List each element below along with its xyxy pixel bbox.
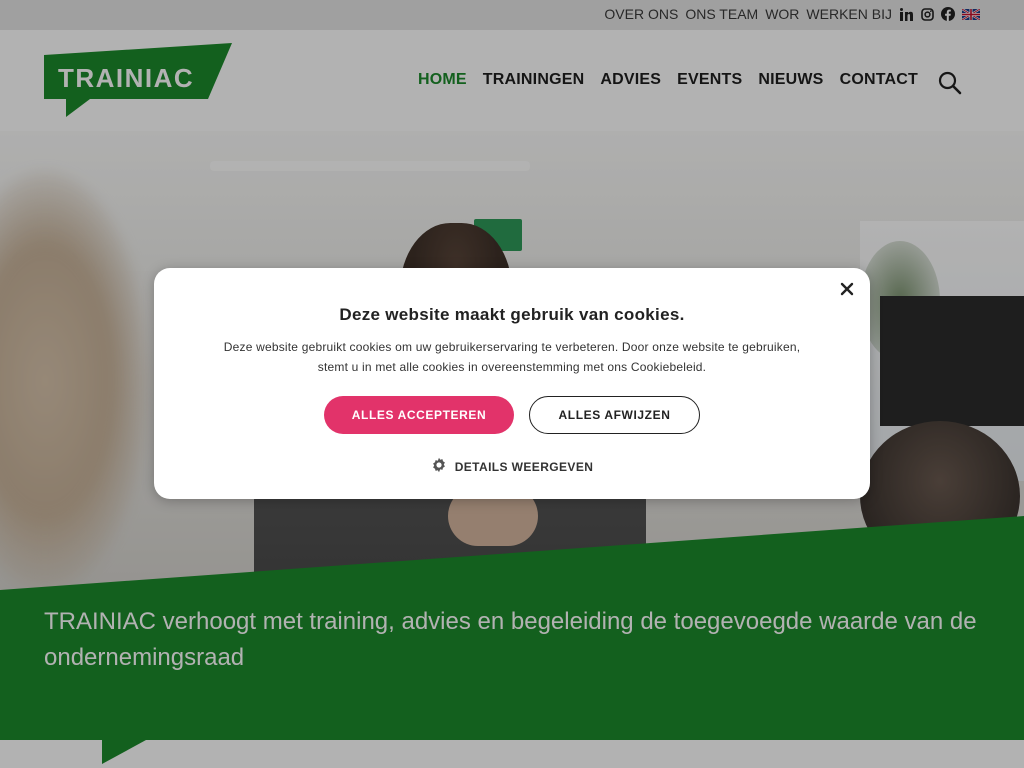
close-icon[interactable]	[838, 280, 856, 298]
cookie-dialog-title: Deze website maakt gebruik van cookies.	[339, 305, 685, 324]
accept-all-button[interactable]: ALLES ACCEPTEREN	[324, 396, 514, 434]
show-details-button[interactable]: DETAILS WEERGEVEN	[154, 457, 870, 476]
cookie-consent-dialog: Deze website maakt gebruik van cookies. …	[154, 268, 870, 499]
cookie-dialog-text: Deze website gebruikt cookies om uw gebr…	[223, 340, 801, 374]
reject-all-button[interactable]: ALLES AFWIJZEN	[529, 396, 700, 434]
show-details-label: DETAILS WEERGEVEN	[454, 459, 594, 474]
gear-icon	[431, 457, 447, 476]
